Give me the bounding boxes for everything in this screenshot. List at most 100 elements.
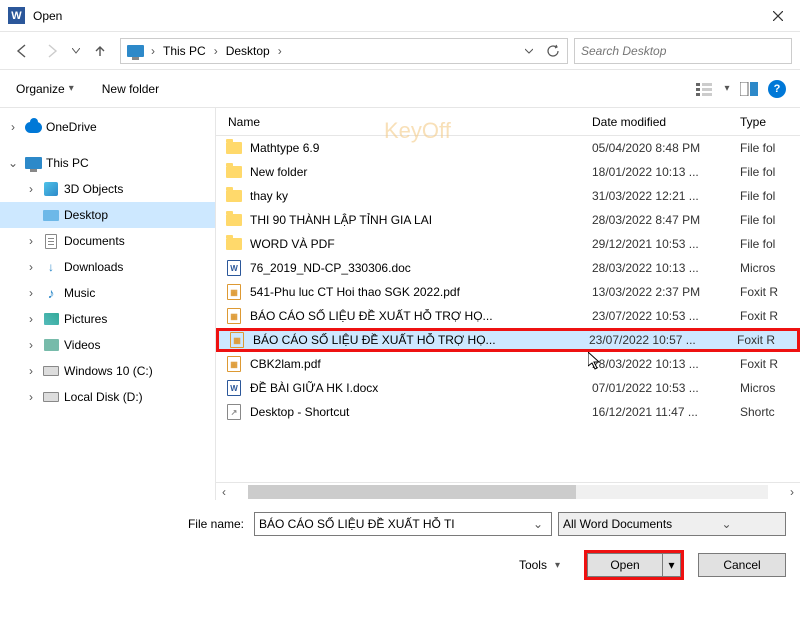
file-row[interactable]: Mathtype 6.905/04/2020 8:48 PMFile fol [216, 136, 800, 160]
file-filter[interactable]: All Word Documents (*.docx;*.c ⌄ [558, 512, 786, 536]
file-row[interactable]: ▦CBK2lam.pdf28/03/2022 10:13 ...Foxit R [216, 352, 800, 376]
breadcrumb-thispc[interactable]: This PC [159, 39, 210, 63]
search-box[interactable] [574, 38, 792, 64]
tree-item-onedrive[interactable]: › OneDrive [0, 114, 215, 140]
scroll-left-button[interactable]: ‹ [216, 485, 232, 499]
cancel-label: Cancel [723, 558, 760, 572]
file-row[interactable]: WĐỀ BÀI GIỮA HK I.docx07/01/2022 10:53 .… [216, 376, 800, 400]
tree-item[interactable]: › Local Disk (D:) [0, 384, 215, 410]
file-type: Foxit R [740, 309, 800, 323]
pdf-icon: ▦ [224, 355, 244, 373]
tree-item[interactable]: › Windows 10 (C:) [0, 358, 215, 384]
horizontal-scrollbar[interactable]: ‹ › [216, 482, 800, 500]
scroll-right-button[interactable]: › [784, 485, 800, 499]
file-row[interactable]: THI 90 THÀNH LẬP TỈNH GIA LAI28/03/2022 … [216, 208, 800, 232]
file-row[interactable]: ▦BÁO CÁO SỐ LIỆU ĐỀ XUẤT HỖ TRỢ HỌ...23/… [216, 304, 800, 328]
expand-chevron-icon[interactable]: › [24, 286, 38, 300]
new-folder-button[interactable]: New folder [96, 78, 165, 100]
scroll-thumb[interactable] [248, 485, 576, 499]
expand-chevron-icon[interactable]: › [24, 364, 38, 378]
view-mode-button[interactable] [692, 76, 718, 102]
filter-dropdown[interactable]: ⌄ [672, 517, 781, 531]
collapse-chevron-icon[interactable]: ⌄ [6, 156, 20, 170]
close-button[interactable] [755, 0, 800, 32]
expand-chevron-icon[interactable]: › [24, 338, 38, 352]
expand-chevron-icon[interactable]: › [24, 260, 38, 274]
back-button[interactable] [8, 38, 36, 64]
file-row[interactable]: New folder18/01/2022 10:13 ...File fol [216, 160, 800, 184]
filename-dropdown[interactable]: ⌄ [529, 517, 547, 531]
file-row[interactable]: ↗Desktop - Shortcut16/12/2021 11:47 ...S… [216, 400, 800, 424]
window-title: Open [33, 9, 755, 23]
column-name[interactable]: Name [224, 115, 592, 129]
word-icon: W [224, 259, 244, 277]
tree-item[interactable]: ›Pictures [0, 306, 215, 332]
tree-item[interactable]: ›Videos [0, 332, 215, 358]
filename-input-wrap[interactable]: ⌄ [254, 512, 552, 536]
help-button[interactable]: ? [764, 76, 790, 102]
tree-item[interactable]: ›Documents [0, 228, 215, 254]
open-button[interactable]: Open [587, 553, 663, 577]
breadcrumb-desktop[interactable]: Desktop [222, 39, 274, 63]
view-controls: ▾ ? [692, 76, 790, 102]
expand-chevron-icon[interactable]: › [24, 312, 38, 326]
vid-icon [42, 336, 60, 354]
tree-item[interactable]: ›3D Objects [0, 176, 215, 202]
dropdown-chevron[interactable] [519, 41, 539, 61]
file-row[interactable]: ▦541-Phu luc CT Hoi thao SGK 2022.pdf13/… [216, 280, 800, 304]
address-bar[interactable]: › This PC › Desktop › [120, 38, 568, 64]
file-row[interactable]: ▦BÁO CÁO SỐ LIỆU ĐỀ XUẤT HỖ TRỢ HỌ...23/… [216, 328, 800, 352]
bottom-panel: File name: ⌄ All Word Documents (*.docx;… [0, 500, 800, 588]
file-name: thay ky [244, 189, 592, 203]
open-label: Open [610, 558, 639, 572]
file-row[interactable]: W76_2019_ND-CP_330306.doc28/03/2022 10:1… [216, 256, 800, 280]
file-date: 28/03/2022 10:13 ... [592, 357, 740, 371]
arrow-up-icon [93, 44, 107, 58]
forward-button[interactable] [38, 38, 66, 64]
breadcrumb-chevron[interactable]: › [274, 39, 286, 63]
file-name: Desktop - Shortcut [244, 405, 592, 419]
history-dropdown[interactable] [68, 38, 84, 64]
close-icon [773, 11, 783, 21]
file-pane: KeyOff Name Date modified Type Mathtype … [216, 108, 800, 500]
view-mode-dropdown[interactable]: ▾ [720, 76, 734, 102]
file-row[interactable]: thay ky31/03/2022 12:21 ...File fol [216, 184, 800, 208]
expand-chevron-icon[interactable]: › [6, 120, 20, 134]
tree-item-thispc[interactable]: ⌄ This PC [0, 150, 215, 176]
navigation-tree[interactable]: › OneDrive ⌄ This PC ›3D ObjectsDesktop›… [0, 108, 216, 500]
cancel-button[interactable]: Cancel [698, 553, 786, 577]
search-input[interactable] [581, 44, 785, 58]
organize-button[interactable]: Organize ▾ [10, 78, 80, 100]
tree-item[interactable]: ›♪Music [0, 280, 215, 306]
refresh-button[interactable] [543, 41, 563, 61]
column-date[interactable]: Date modified [592, 115, 740, 129]
obj3d-icon [42, 180, 60, 198]
tools-button[interactable]: Tools ▾ [511, 554, 568, 576]
file-type: File fol [740, 213, 800, 227]
column-type[interactable]: Type [740, 115, 800, 129]
expand-chevron-icon[interactable]: › [24, 234, 38, 248]
expand-chevron-icon[interactable]: › [24, 182, 38, 196]
file-list[interactable]: Mathtype 6.905/04/2020 8:48 PMFile folNe… [216, 136, 800, 482]
breadcrumb-chevron[interactable]: › [147, 39, 159, 63]
open-dropdown[interactable]: ▾ [663, 553, 681, 577]
chevron-down-icon: ▾ [555, 560, 560, 571]
filename-label: File name: [14, 517, 248, 531]
help-icon: ? [768, 80, 786, 98]
up-button[interactable] [86, 38, 114, 64]
file-date: 31/03/2022 12:21 ... [592, 189, 740, 203]
expand-chevron-icon[interactable]: › [24, 390, 38, 404]
tree-item-label: Windows 10 (C:) [64, 364, 153, 378]
action-row: Tools ▾ Open ▾ Cancel [14, 550, 786, 580]
scroll-track[interactable] [248, 485, 768, 499]
tree-item[interactable]: ›↓Downloads [0, 254, 215, 280]
breadcrumb-chevron[interactable]: › [210, 39, 222, 63]
file-row[interactable]: WORD VÀ PDF29/12/2021 10:53 ...File fol [216, 232, 800, 256]
monitor-icon [24, 154, 42, 172]
tree-item-label: Local Disk (D:) [64, 390, 143, 404]
tree-item[interactable]: Desktop [0, 202, 215, 228]
filename-input[interactable] [259, 517, 529, 531]
drive-icon [42, 388, 60, 406]
file-type: Micros [740, 261, 800, 275]
preview-pane-button[interactable] [736, 76, 762, 102]
